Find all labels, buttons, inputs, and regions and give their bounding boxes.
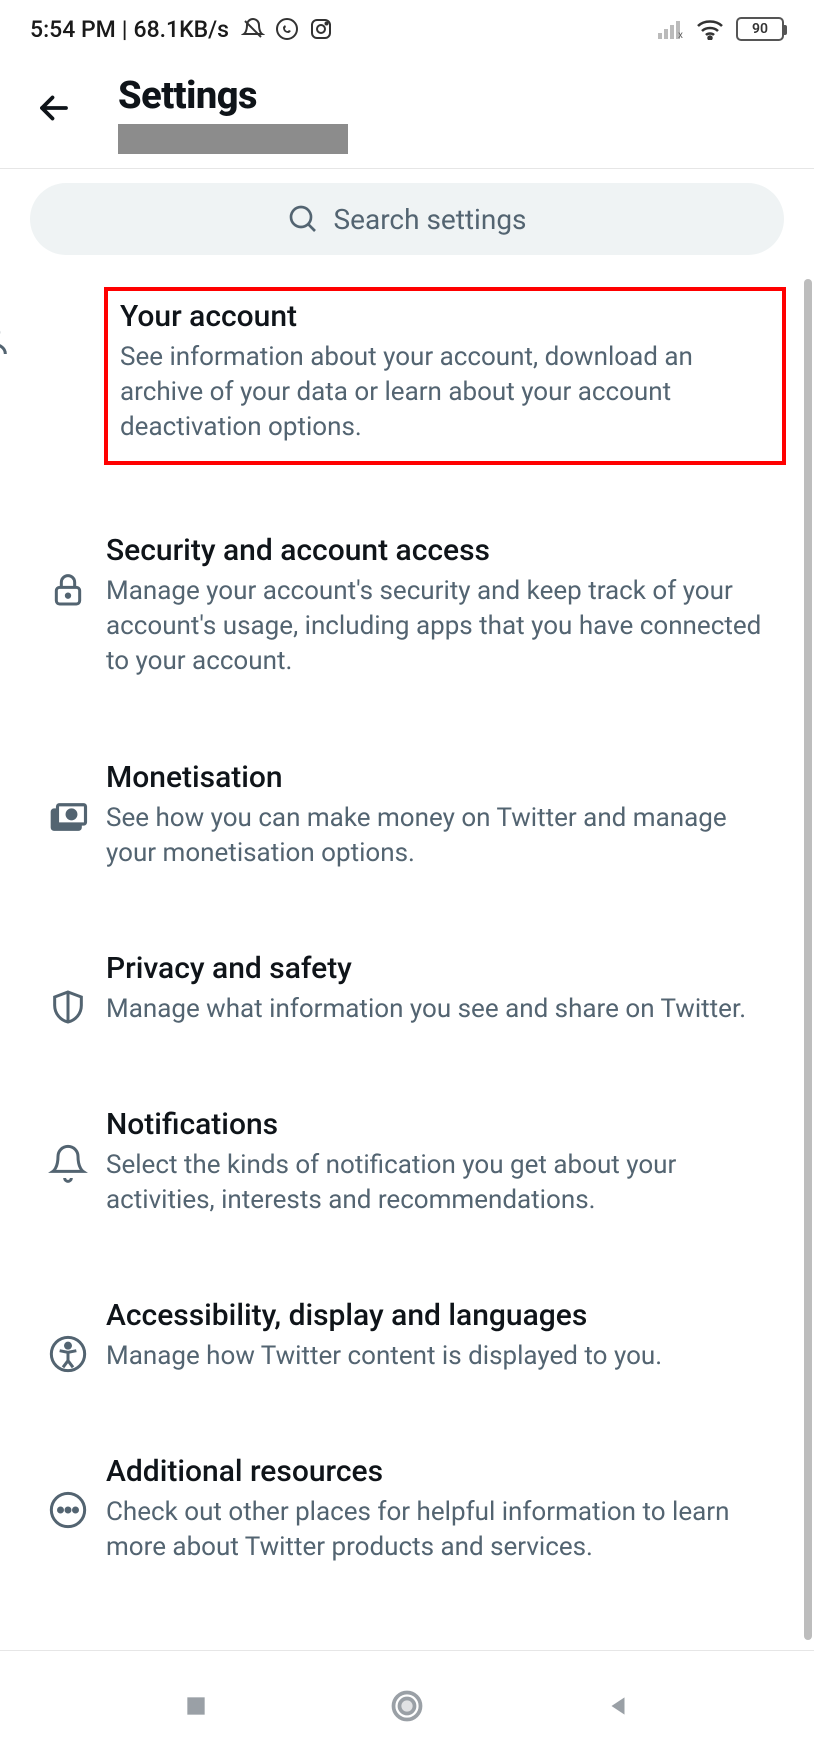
- android-nav-bar: [0, 1650, 814, 1760]
- nav-back-button[interactable]: [594, 1682, 642, 1730]
- settings-item-notifications[interactable]: Notifications Select the kinds of notifi…: [30, 1067, 784, 1258]
- settings-item-security[interactable]: Security and account access Manage your …: [30, 493, 784, 719]
- shield-icon: [30, 987, 106, 1027]
- item-title: Notifications: [106, 1107, 764, 1142]
- page-title: Settings: [118, 74, 348, 118]
- item-title: Privacy and safety: [106, 951, 764, 986]
- person-icon: [0, 319, 30, 359]
- item-desc: Manage what information you see and shar…: [106, 992, 764, 1027]
- item-title: Your account: [120, 299, 770, 334]
- settings-list: Your account See information about your …: [0, 269, 814, 1605]
- item-desc: Manage how Twitter content is displayed …: [106, 1339, 764, 1374]
- item-title: Security and account access: [106, 533, 764, 568]
- search-icon: [287, 203, 319, 235]
- settings-item-privacy[interactable]: Privacy and safety Manage what informati…: [30, 911, 784, 1067]
- dots-icon: [30, 1490, 106, 1530]
- instagram-icon: [309, 17, 333, 41]
- accessibility-icon: [30, 1334, 106, 1374]
- search-input[interactable]: Search settings: [30, 183, 784, 255]
- settings-item-monetisation[interactable]: Monetisation See how you can make money …: [30, 720, 784, 911]
- item-desc: Manage your account's security and keep …: [106, 574, 764, 679]
- item-desc: See information about your account, down…: [120, 340, 770, 445]
- status-time: 5:54 PM: [30, 16, 116, 43]
- nav-recents-button[interactable]: [172, 1682, 220, 1730]
- item-desc: See how you can make money on Twitter an…: [106, 801, 764, 871]
- item-title: Monetisation: [106, 760, 764, 795]
- status-left: 5:54 PM | 68.1KB/s: [30, 16, 333, 43]
- lock-icon: [30, 569, 106, 609]
- money-icon: [30, 796, 106, 838]
- settings-content: Your account See information about your …: [0, 269, 814, 1650]
- battery-icon: 90: [736, 17, 784, 41]
- item-title: Accessibility, display and languages: [106, 1298, 764, 1333]
- header-subtitle-redacted: [118, 124, 348, 154]
- bell-icon: [30, 1143, 106, 1183]
- battery-percent: 90: [752, 21, 768, 37]
- whatsapp-icon: [275, 17, 299, 41]
- back-button[interactable]: [30, 84, 78, 132]
- signal-icon: x: [658, 19, 684, 39]
- status-bar: 5:54 PM | 68.1KB/s: [0, 0, 814, 54]
- status-right: x 90: [658, 17, 784, 41]
- mute-icon: [241, 17, 265, 41]
- item-title: Additional resources: [106, 1454, 764, 1489]
- arrow-left-icon: [36, 90, 72, 126]
- nav-home-button[interactable]: [383, 1682, 431, 1730]
- header: Settings: [0, 54, 814, 169]
- search-placeholder: Search settings: [333, 203, 526, 236]
- settings-item-additional[interactable]: Additional resources Check out other pla…: [30, 1414, 784, 1605]
- item-desc: Select the kinds of notification you get…: [106, 1148, 764, 1218]
- status-separator: |: [122, 16, 128, 43]
- status-net-speed: 68.1KB/s: [134, 16, 229, 43]
- search-wrap: Search settings: [0, 169, 814, 269]
- wifi-icon: [696, 18, 724, 40]
- settings-item-your-account[interactable]: Your account See information about your …: [30, 269, 784, 493]
- scroll-indicator[interactable]: [804, 279, 812, 1640]
- item-desc: Check out other places for helpful infor…: [106, 1495, 764, 1565]
- svg-text:x: x: [678, 30, 683, 39]
- settings-item-accessibility[interactable]: Accessibility, display and languages Man…: [30, 1258, 784, 1414]
